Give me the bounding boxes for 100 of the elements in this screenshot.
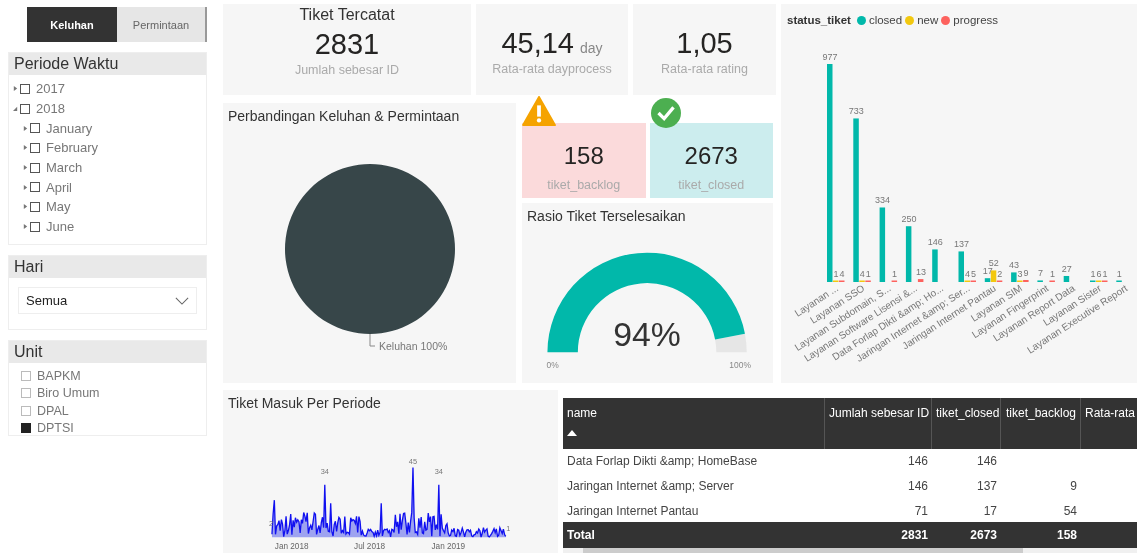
- caret-right-icon[interactable]: [23, 203, 28, 211]
- checkbox[interactable]: [21, 405, 31, 416]
- gauge-max-label: 100%: [729, 359, 751, 370]
- tree-item[interactable]: March: [46, 160, 83, 176]
- data-label: 1: [1049, 268, 1055, 279]
- tree-item[interactable]: April: [46, 179, 72, 195]
- checkbox[interactable]: [21, 388, 31, 399]
- list-item[interactable]: BAPKM: [37, 368, 81, 383]
- data-label: 9: [1023, 268, 1029, 278]
- tab[interactable]: Permintaan: [117, 7, 207, 42]
- table-cell: 146: [976, 454, 997, 469]
- data-label: 2: [269, 518, 274, 528]
- table-cell: 2831: [901, 527, 928, 542]
- gauge-min-label: 0%: [546, 359, 559, 370]
- card-label: Jumlah sebesar ID: [294, 63, 400, 77]
- data-label: 34: [434, 467, 443, 477]
- scrollbar-thumb[interactable]: [583, 548, 1023, 553]
- data-label: Keluhan 100%: [379, 340, 448, 352]
- table-cell: Jaringan Internet &amp; Server: [567, 479, 734, 494]
- caret-right-icon[interactable]: [13, 85, 18, 93]
- data-label: 977: [822, 52, 838, 62]
- table-cell: 17: [983, 504, 997, 519]
- checkbox[interactable]: [20, 103, 30, 114]
- slicer-title: Periode Waktu: [9, 53, 206, 75]
- card-title: Tiket Tercatat: [299, 6, 395, 24]
- caret-right-icon[interactable]: [23, 144, 28, 152]
- dropdown[interactable]: Semua: [18, 287, 197, 314]
- data-label: 1: [506, 523, 511, 533]
- table-cell: Total: [567, 527, 595, 542]
- data-label: 5: [971, 268, 976, 279]
- checkbox[interactable]: [30, 123, 40, 134]
- gauge-value: 94%: [613, 315, 681, 354]
- tree-item[interactable]: January: [46, 120, 93, 136]
- kpi-label: tiket_closed: [678, 178, 745, 192]
- caret-down-icon[interactable]: [13, 105, 18, 113]
- data-label: 1: [1090, 268, 1096, 279]
- column-header[interactable]: Rata-rata: [1081, 398, 1137, 449]
- caret-right-icon[interactable]: [23, 164, 28, 172]
- legend-label: new: [917, 14, 939, 26]
- checkbox[interactable]: [21, 370, 31, 381]
- data-label: 7: [1037, 268, 1043, 279]
- bar: [1063, 276, 1070, 282]
- caret-right-icon[interactable]: [23, 223, 28, 231]
- caret-right-icon[interactable]: [23, 183, 28, 191]
- table-cell: 146: [907, 454, 928, 469]
- card-value: 2831: [314, 28, 380, 61]
- data-label: 1: [892, 268, 898, 279]
- caret-right-icon[interactable]: [23, 124, 28, 132]
- card-label: Rata-rata rating: [661, 62, 748, 76]
- data-label: 4: [965, 268, 970, 279]
- list-item[interactable]: Biro Umum: [37, 386, 100, 401]
- legend-label: closed: [868, 14, 903, 26]
- kpi-value: 158: [563, 142, 604, 170]
- table-cell: Data Forlap Dikti &amp; HomeBase: [567, 454, 758, 469]
- data-label: 4: [859, 268, 865, 279]
- table-cell: Jaringan Internet Pantau: [567, 504, 699, 519]
- checkbox[interactable]: [30, 162, 40, 173]
- tree-item[interactable]: 2017: [36, 81, 65, 97]
- axis-label: Jan 2019: [431, 541, 466, 551]
- gauge-title: Rasio Tiket Terselesaikan: [526, 207, 687, 224]
- tree-item[interactable]: 2018: [36, 101, 65, 117]
- list-item[interactable]: DPAL: [37, 403, 69, 418]
- checkbox[interactable]: [30, 142, 40, 153]
- column-header[interactable]: name: [563, 398, 825, 449]
- list-item[interactable]: DPTSI: [37, 421, 74, 436]
- unit-label: day: [580, 40, 603, 56]
- checkbox[interactable]: [30, 201, 40, 212]
- data-label: 1: [1102, 268, 1108, 279]
- check-circle-icon: [650, 98, 681, 128]
- table-cell: 54: [1063, 504, 1077, 519]
- chart-title: Perbandingan Keluhan & Permintaan: [227, 107, 461, 124]
- column-header[interactable]: tiket_backlog: [1001, 398, 1081, 449]
- table-cell: 71: [914, 504, 928, 519]
- data-label: 27: [1061, 264, 1072, 274]
- tree-item[interactable]: February: [46, 140, 99, 156]
- column-header[interactable]: Jumlah sebesar ID: [825, 398, 932, 449]
- tab[interactable]: Keluhan: [27, 7, 117, 42]
- table-cell: 9: [1070, 479, 1077, 494]
- tree-item[interactable]: May: [46, 199, 71, 215]
- checkbox[interactable]: [30, 221, 40, 232]
- data-label: 146: [927, 237, 943, 248]
- data-label: 17: [982, 266, 993, 277]
- table-cell: 158: [1056, 527, 1077, 542]
- tree-item[interactable]: June: [46, 219, 75, 235]
- column-header[interactable]: tiket_closed: [932, 398, 1001, 449]
- chart-title: Tiket Masuk Per Periode: [227, 394, 382, 411]
- data-label: 52: [988, 258, 999, 269]
- data-label: 4: [839, 268, 845, 279]
- data-label: 3: [1017, 268, 1023, 279]
- leader-line: [369, 333, 376, 347]
- checkbox[interactable]: [21, 423, 31, 434]
- checkbox[interactable]: [30, 182, 40, 193]
- data-label: 45: [408, 456, 418, 466]
- axis-label: Jul 2018: [354, 541, 386, 551]
- legend-title: status_tiket: [787, 14, 851, 26]
- checkbox[interactable]: [20, 83, 30, 94]
- slicer-title: Hari: [9, 256, 206, 278]
- axis-label: Jan 2018: [274, 541, 309, 551]
- data-label: 6: [1096, 268, 1102, 279]
- data-label: 137: [954, 239, 969, 250]
